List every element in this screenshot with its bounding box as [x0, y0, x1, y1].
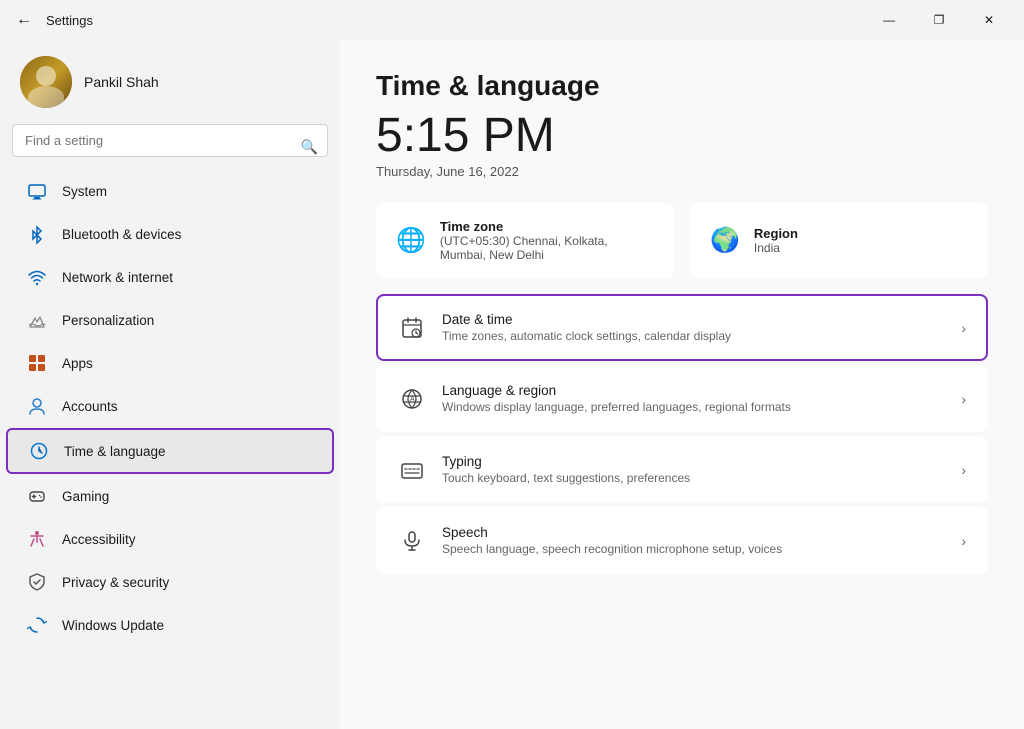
current-time: 5:15 PM — [376, 112, 988, 160]
sidebar-item-system[interactable]: System — [6, 170, 334, 212]
region-subtitle: India — [754, 241, 798, 255]
search-icon: 🔍 — [301, 138, 318, 155]
sidebar-item-personalization[interactable]: Personalization — [6, 299, 334, 341]
current-date: Thursday, June 16, 2022 — [376, 164, 988, 179]
setting-language-region[interactable]: A Language & region Windows display lang… — [376, 365, 988, 432]
sidebar-nav: System Bluetooth & devices — [0, 169, 340, 647]
sidebar-item-bluetooth-label: Bluetooth & devices — [62, 227, 181, 242]
speech-chevron: › — [961, 533, 966, 549]
sidebar-item-update-label: Windows Update — [62, 618, 164, 633]
avatar-image — [20, 56, 72, 108]
accessibility-icon — [26, 528, 48, 550]
maximize-button[interactable]: ❐ — [916, 4, 962, 36]
region-content: Region India — [754, 226, 798, 255]
speech-text: Speech Speech language, speech recogniti… — [442, 525, 945, 556]
sidebar-item-accessibility-label: Accessibility — [62, 532, 136, 547]
back-button[interactable]: ← — [12, 7, 36, 33]
setting-typing[interactable]: Typing Touch keyboard, text suggestions,… — [376, 436, 988, 503]
search-container: 🔍 — [0, 124, 340, 169]
sidebar-item-accounts-label: Accounts — [62, 399, 118, 414]
typing-chevron: › — [961, 462, 966, 478]
update-icon — [26, 614, 48, 636]
titlebar-title: Settings — [46, 13, 93, 28]
sidebar-item-accessibility[interactable]: Accessibility — [6, 518, 334, 560]
region-card[interactable]: 🌍 Region India — [690, 203, 988, 278]
accounts-icon — [26, 395, 48, 417]
sidebar-item-network-label: Network & internet — [62, 270, 173, 285]
gaming-icon — [26, 485, 48, 507]
region-title: Region — [754, 226, 798, 241]
titlebar: ← Settings — ❐ ✕ — [0, 0, 1024, 40]
setting-date-time[interactable]: Date & time Time zones, automatic clock … — [376, 294, 988, 361]
region-icon: 🌍 — [710, 226, 740, 255]
speech-icon — [398, 529, 426, 553]
apps-icon — [26, 352, 48, 374]
sidebar-item-apps-label: Apps — [62, 356, 93, 371]
date-time-icon — [398, 316, 426, 340]
language-region-icon: A — [398, 387, 426, 411]
timezone-subtitle: (UTC+05:30) Chennai, Kolkata, Mumbai, Ne… — [440, 234, 654, 262]
close-button[interactable]: ✕ — [966, 4, 1012, 36]
page-title: Time & language — [376, 70, 988, 102]
typing-title: Typing — [442, 454, 945, 469]
timezone-icon: 🌐 — [396, 226, 426, 255]
avatar — [20, 56, 72, 108]
sidebar-item-system-label: System — [62, 184, 107, 199]
setting-speech[interactable]: Speech Speech language, speech recogniti… — [376, 507, 988, 574]
personalization-icon — [26, 309, 48, 331]
minimize-button[interactable]: — — [866, 4, 912, 36]
speech-title: Speech — [442, 525, 945, 540]
date-time-title: Date & time — [442, 312, 945, 327]
titlebar-controls: — ❐ ✕ — [866, 4, 1012, 36]
settings-list: Date & time Time zones, automatic clock … — [376, 294, 988, 574]
privacy-icon — [26, 571, 48, 593]
language-region-desc: Windows display language, preferred lang… — [442, 400, 945, 414]
language-region-chevron: › — [961, 391, 966, 407]
user-name: Pankil Shah — [84, 74, 159, 90]
user-profile[interactable]: Pankil Shah — [0, 40, 340, 124]
sidebar-item-privacy-label: Privacy & security — [62, 575, 169, 590]
typing-desc: Touch keyboard, text suggestions, prefer… — [442, 471, 945, 485]
app-container: Pankil Shah 🔍 System — [0, 40, 1024, 729]
sidebar-item-apps[interactable]: Apps — [6, 342, 334, 384]
date-time-chevron: › — [961, 320, 966, 336]
timezone-card[interactable]: 🌐 Time zone (UTC+05:30) Chennai, Kolkata… — [376, 203, 674, 278]
time-icon — [28, 440, 50, 462]
network-icon — [26, 266, 48, 288]
sidebar-item-network[interactable]: Network & internet — [6, 256, 334, 298]
search-input[interactable] — [12, 124, 328, 157]
language-region-text: Language & region Windows display langua… — [442, 383, 945, 414]
sidebar-item-gaming-label: Gaming — [62, 489, 109, 504]
sidebar-item-time[interactable]: Time & language — [6, 428, 334, 474]
content-area: Time & language 5:15 PM Thursday, June 1… — [340, 40, 1024, 729]
bluetooth-icon — [26, 223, 48, 245]
sidebar-item-accounts[interactable]: Accounts — [6, 385, 334, 427]
timezone-content: Time zone (UTC+05:30) Chennai, Kolkata, … — [440, 219, 654, 262]
date-time-desc: Time zones, automatic clock settings, ca… — [442, 329, 945, 343]
timezone-title: Time zone — [440, 219, 654, 234]
sidebar: Pankil Shah 🔍 System — [0, 40, 340, 729]
sidebar-item-update[interactable]: Windows Update — [6, 604, 334, 646]
language-region-title: Language & region — [442, 383, 945, 398]
sidebar-item-bluetooth[interactable]: Bluetooth & devices — [6, 213, 334, 255]
sidebar-item-time-label: Time & language — [64, 444, 166, 459]
sidebar-item-gaming[interactable]: Gaming — [6, 475, 334, 517]
svg-text:A: A — [410, 396, 415, 403]
titlebar-left: ← Settings — [12, 7, 93, 33]
system-icon — [26, 180, 48, 202]
typing-text: Typing Touch keyboard, text suggestions,… — [442, 454, 945, 485]
speech-desc: Speech language, speech recognition micr… — [442, 542, 945, 556]
sidebar-item-personalization-label: Personalization — [62, 313, 154, 328]
date-time-text: Date & time Time zones, automatic clock … — [442, 312, 945, 343]
info-cards-row: 🌐 Time zone (UTC+05:30) Chennai, Kolkata… — [376, 203, 988, 278]
sidebar-item-privacy[interactable]: Privacy & security — [6, 561, 334, 603]
typing-icon — [398, 458, 426, 482]
